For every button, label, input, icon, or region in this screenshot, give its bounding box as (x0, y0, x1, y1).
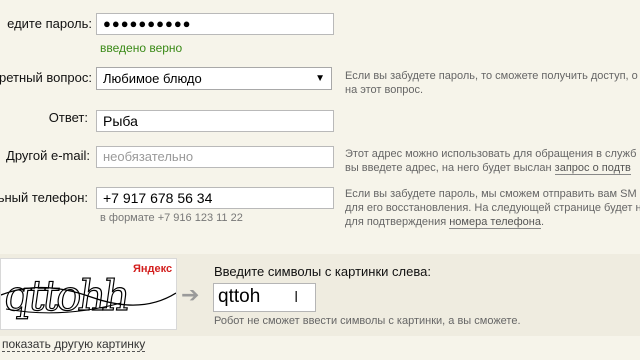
answer-label: Ответ: (48, 110, 88, 125)
secret-question-label: ретный вопрос: (0, 70, 92, 85)
password-input[interactable]: ●●●●●●●●●● (96, 13, 334, 35)
captcha-image-text: qttohh (1, 270, 131, 320)
arrow-right-icon: ➔ (181, 282, 200, 307)
secret-question-select[interactable]: Любимое блюдо ▼ (96, 67, 332, 90)
captcha-image: Яндекс qttohh (0, 258, 177, 330)
captcha-label: Введите символы с картинки слева: (214, 264, 431, 279)
text-cursor-icon: I (294, 289, 299, 306)
other-email-placeholder: необязательно (103, 149, 194, 164)
captcha-input[interactable]: qttoh I (213, 283, 316, 312)
other-email-label: Другой e-mail: (6, 148, 90, 163)
phone-number-link[interactable]: номера телефона (449, 216, 541, 229)
other-email-input[interactable]: необязательно (96, 146, 334, 168)
captcha-input-value: qttoh (218, 286, 261, 307)
confirm-request-link[interactable]: запрос о подтв (554, 162, 631, 175)
phone-hint: Если вы забудете пароль, мы сможем отпра… (345, 188, 640, 229)
captcha-note: Робот не сможет ввести символы с картинк… (214, 315, 521, 327)
secret-question-hint: Если вы забудете пароль, то сможете полу… (345, 70, 638, 96)
refresh-captcha-link[interactable]: показать другую картинку (2, 337, 146, 352)
answer-value: Рыба (103, 113, 138, 129)
dropdown-arrow-icon[interactable]: ▼ (315, 68, 325, 89)
password-label: едите пароль: (7, 16, 92, 31)
other-email-hint: Этот адрес можно использовать для обраще… (345, 148, 637, 175)
answer-input[interactable]: Рыба (96, 110, 334, 132)
password-status: введено верно (100, 41, 183, 55)
password-value: ●●●●●●●●●● (103, 16, 192, 31)
phone-format-hint: в формате +7 916 123 11 22 (100, 212, 243, 224)
phone-input[interactable]: +7 917 678 56 34 (96, 187, 334, 209)
secret-question-value: Любимое блюдо (103, 71, 202, 86)
phone-value: +7 917 678 56 34 (103, 190, 213, 206)
phone-label: ьный телефон: (0, 190, 88, 205)
